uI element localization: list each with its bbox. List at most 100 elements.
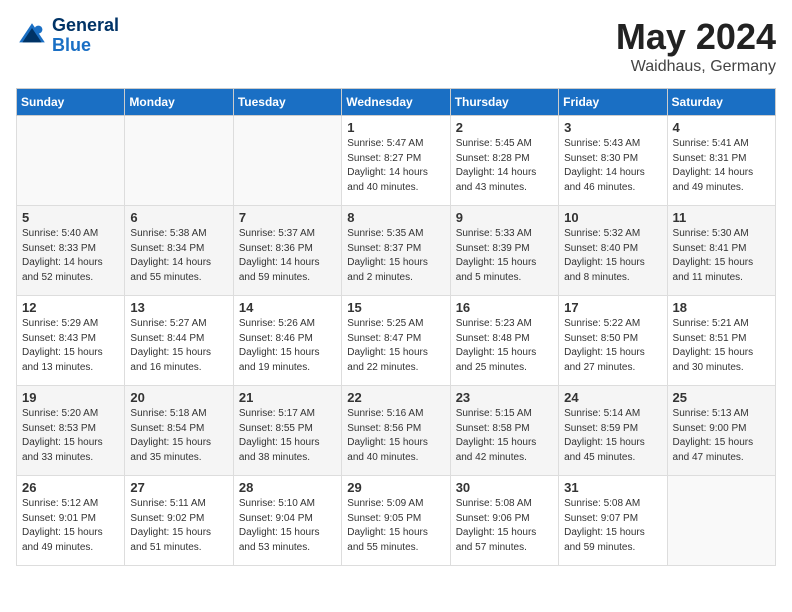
- day-number: 23: [456, 390, 553, 405]
- calendar-cell: 7 Sunrise: 5:37 AM Sunset: 8:36 PM Dayli…: [233, 206, 341, 296]
- day-info: Sunrise: 5:15 AM Sunset: 8:58 PM Dayligh…: [456, 407, 553, 465]
- month-title: May 2024: [616, 16, 776, 58]
- calendar-cell: [125, 116, 233, 206]
- weekday-header: Monday: [125, 89, 233, 116]
- day-info: Sunrise: 5:25 AM Sunset: 8:47 PM Dayligh…: [347, 317, 444, 375]
- logo: General Blue: [16, 16, 119, 56]
- location-title: Waidhaus, Germany: [616, 58, 776, 76]
- day-info: Sunrise: 5:32 AM Sunset: 8:40 PM Dayligh…: [564, 227, 661, 285]
- calendar-cell: 6 Sunrise: 5:38 AM Sunset: 8:34 PM Dayli…: [125, 206, 233, 296]
- day-info: Sunrise: 5:11 AM Sunset: 9:02 PM Dayligh…: [130, 497, 227, 555]
- day-number: 25: [673, 390, 770, 405]
- day-number: 21: [239, 390, 336, 405]
- logo-text: General Blue: [52, 16, 119, 56]
- day-number: 15: [347, 300, 444, 315]
- day-number: 27: [130, 480, 227, 495]
- calendar-week-row: 12 Sunrise: 5:29 AM Sunset: 8:43 PM Dayl…: [17, 296, 776, 386]
- day-number: 24: [564, 390, 661, 405]
- day-info: Sunrise: 5:14 AM Sunset: 8:59 PM Dayligh…: [564, 407, 661, 465]
- day-info: Sunrise: 5:09 AM Sunset: 9:05 PM Dayligh…: [347, 497, 444, 555]
- day-info: Sunrise: 5:29 AM Sunset: 8:43 PM Dayligh…: [22, 317, 119, 375]
- calendar-cell: 29 Sunrise: 5:09 AM Sunset: 9:05 PM Dayl…: [342, 476, 450, 566]
- calendar-cell: 15 Sunrise: 5:25 AM Sunset: 8:47 PM Dayl…: [342, 296, 450, 386]
- day-info: Sunrise: 5:26 AM Sunset: 8:46 PM Dayligh…: [239, 317, 336, 375]
- day-info: Sunrise: 5:18 AM Sunset: 8:54 PM Dayligh…: [130, 407, 227, 465]
- day-info: Sunrise: 5:08 AM Sunset: 9:07 PM Dayligh…: [564, 497, 661, 555]
- day-number: 16: [456, 300, 553, 315]
- day-info: Sunrise: 5:41 AM Sunset: 8:31 PM Dayligh…: [673, 137, 770, 195]
- day-number: 31: [564, 480, 661, 495]
- day-number: 20: [130, 390, 227, 405]
- day-info: Sunrise: 5:16 AM Sunset: 8:56 PM Dayligh…: [347, 407, 444, 465]
- day-info: Sunrise: 5:10 AM Sunset: 9:04 PM Dayligh…: [239, 497, 336, 555]
- day-number: 12: [22, 300, 119, 315]
- calendar-cell: 27 Sunrise: 5:11 AM Sunset: 9:02 PM Dayl…: [125, 476, 233, 566]
- day-info: Sunrise: 5:45 AM Sunset: 8:28 PM Dayligh…: [456, 137, 553, 195]
- day-info: Sunrise: 5:37 AM Sunset: 8:36 PM Dayligh…: [239, 227, 336, 285]
- day-info: Sunrise: 5:08 AM Sunset: 9:06 PM Dayligh…: [456, 497, 553, 555]
- calendar-cell: 1 Sunrise: 5:47 AM Sunset: 8:27 PM Dayli…: [342, 116, 450, 206]
- calendar-cell: 23 Sunrise: 5:15 AM Sunset: 8:58 PM Dayl…: [450, 386, 558, 476]
- day-number: 4: [673, 120, 770, 135]
- day-info: Sunrise: 5:23 AM Sunset: 8:48 PM Dayligh…: [456, 317, 553, 375]
- calendar-cell: 31 Sunrise: 5:08 AM Sunset: 9:07 PM Dayl…: [559, 476, 667, 566]
- day-number: 19: [22, 390, 119, 405]
- calendar-cell: 11 Sunrise: 5:30 AM Sunset: 8:41 PM Dayl…: [667, 206, 775, 296]
- page-header: General Blue May 2024 Waidhaus, Germany: [16, 16, 776, 76]
- day-number: 22: [347, 390, 444, 405]
- day-number: 1: [347, 120, 444, 135]
- day-number: 6: [130, 210, 227, 225]
- logo-icon: [16, 20, 48, 52]
- calendar-cell: 17 Sunrise: 5:22 AM Sunset: 8:50 PM Dayl…: [559, 296, 667, 386]
- day-info: Sunrise: 5:17 AM Sunset: 8:55 PM Dayligh…: [239, 407, 336, 465]
- calendar-cell: 24 Sunrise: 5:14 AM Sunset: 8:59 PM Dayl…: [559, 386, 667, 476]
- weekday-header: Sunday: [17, 89, 125, 116]
- day-info: Sunrise: 5:38 AM Sunset: 8:34 PM Dayligh…: [130, 227, 227, 285]
- calendar-cell: 21 Sunrise: 5:17 AM Sunset: 8:55 PM Dayl…: [233, 386, 341, 476]
- day-info: Sunrise: 5:27 AM Sunset: 8:44 PM Dayligh…: [130, 317, 227, 375]
- day-number: 26: [22, 480, 119, 495]
- day-info: Sunrise: 5:35 AM Sunset: 8:37 PM Dayligh…: [347, 227, 444, 285]
- day-info: Sunrise: 5:33 AM Sunset: 8:39 PM Dayligh…: [456, 227, 553, 285]
- day-info: Sunrise: 5:47 AM Sunset: 8:27 PM Dayligh…: [347, 137, 444, 195]
- calendar-cell: 4 Sunrise: 5:41 AM Sunset: 8:31 PM Dayli…: [667, 116, 775, 206]
- day-info: Sunrise: 5:20 AM Sunset: 8:53 PM Dayligh…: [22, 407, 119, 465]
- day-number: 14: [239, 300, 336, 315]
- day-info: Sunrise: 5:13 AM Sunset: 9:00 PM Dayligh…: [673, 407, 770, 465]
- day-number: 13: [130, 300, 227, 315]
- weekday-header-row: SundayMondayTuesdayWednesdayThursdayFrid…: [17, 89, 776, 116]
- day-info: Sunrise: 5:22 AM Sunset: 8:50 PM Dayligh…: [564, 317, 661, 375]
- day-number: 30: [456, 480, 553, 495]
- day-number: 11: [673, 210, 770, 225]
- day-info: Sunrise: 5:12 AM Sunset: 9:01 PM Dayligh…: [22, 497, 119, 555]
- calendar-cell: [667, 476, 775, 566]
- day-number: 5: [22, 210, 119, 225]
- weekday-header: Saturday: [667, 89, 775, 116]
- calendar-cell: 19 Sunrise: 5:20 AM Sunset: 8:53 PM Dayl…: [17, 386, 125, 476]
- day-number: 7: [239, 210, 336, 225]
- calendar-week-row: 26 Sunrise: 5:12 AM Sunset: 9:01 PM Dayl…: [17, 476, 776, 566]
- title-block: May 2024 Waidhaus, Germany: [616, 16, 776, 76]
- calendar-cell: 14 Sunrise: 5:26 AM Sunset: 8:46 PM Dayl…: [233, 296, 341, 386]
- weekday-header: Tuesday: [233, 89, 341, 116]
- day-number: 2: [456, 120, 553, 135]
- calendar-week-row: 19 Sunrise: 5:20 AM Sunset: 8:53 PM Dayl…: [17, 386, 776, 476]
- day-number: 18: [673, 300, 770, 315]
- calendar-cell: [17, 116, 125, 206]
- calendar-week-row: 1 Sunrise: 5:47 AM Sunset: 8:27 PM Dayli…: [17, 116, 776, 206]
- day-info: Sunrise: 5:30 AM Sunset: 8:41 PM Dayligh…: [673, 227, 770, 285]
- calendar-cell: 18 Sunrise: 5:21 AM Sunset: 8:51 PM Dayl…: [667, 296, 775, 386]
- day-number: 28: [239, 480, 336, 495]
- day-number: 29: [347, 480, 444, 495]
- calendar-week-row: 5 Sunrise: 5:40 AM Sunset: 8:33 PM Dayli…: [17, 206, 776, 296]
- calendar-cell: 3 Sunrise: 5:43 AM Sunset: 8:30 PM Dayli…: [559, 116, 667, 206]
- day-info: Sunrise: 5:21 AM Sunset: 8:51 PM Dayligh…: [673, 317, 770, 375]
- calendar-cell: 10 Sunrise: 5:32 AM Sunset: 8:40 PM Dayl…: [559, 206, 667, 296]
- calendar-cell: 2 Sunrise: 5:45 AM Sunset: 8:28 PM Dayli…: [450, 116, 558, 206]
- day-number: 3: [564, 120, 661, 135]
- calendar-cell: 30 Sunrise: 5:08 AM Sunset: 9:06 PM Dayl…: [450, 476, 558, 566]
- calendar-cell: 25 Sunrise: 5:13 AM Sunset: 9:00 PM Dayl…: [667, 386, 775, 476]
- calendar-cell: 28 Sunrise: 5:10 AM Sunset: 9:04 PM Dayl…: [233, 476, 341, 566]
- calendar-cell: 16 Sunrise: 5:23 AM Sunset: 8:48 PM Dayl…: [450, 296, 558, 386]
- day-number: 9: [456, 210, 553, 225]
